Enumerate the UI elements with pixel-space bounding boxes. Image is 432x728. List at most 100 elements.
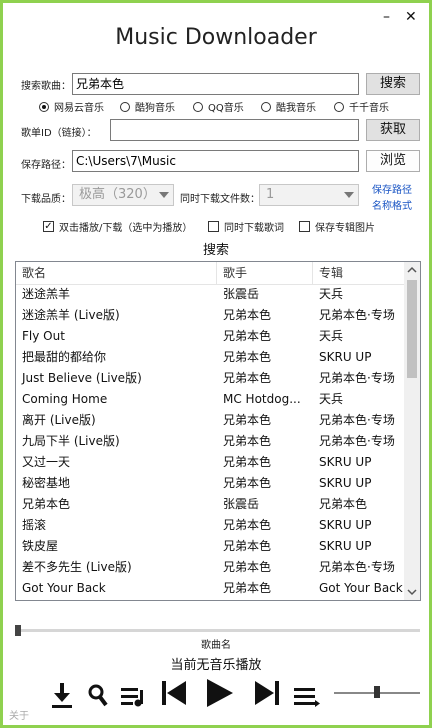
checkbox-download-lyrics[interactable]: 同时下载歌词 <box>208 219 284 234</box>
cell-album: SKRU UP <box>319 476 372 490</box>
checkbox-box <box>208 221 219 232</box>
quality-select-value: 极高（320） <box>79 187 156 202</box>
radio-source-qianqian[interactable]: 千千音乐 <box>334 99 389 114</box>
chevron-down-icon <box>159 192 169 198</box>
cell-artist: MC Hotdog... <box>223 392 301 406</box>
play-icon[interactable] <box>203 677 235 709</box>
search-input[interactable]: 兄弟本色 <box>72 73 359 95</box>
search-icon[interactable] <box>87 683 109 707</box>
search-label: 搜索歌曲： <box>21 81 71 92</box>
table-row[interactable]: 又过一天 兄弟本色 SKRU UP <box>16 452 404 473</box>
cell-artist: 兄弟本色 <box>223 413 272 427</box>
browse-button[interactable]: 浏览 <box>366 150 420 172</box>
save-path-link[interactable]: 保存路径 <box>372 181 412 196</box>
menu-icon[interactable] <box>293 685 321 707</box>
vertical-scrollbar[interactable] <box>404 262 420 600</box>
table-row[interactable]: 把最甜的都给你 兄弟本色 SKRU UP <box>16 347 404 368</box>
table-row[interactable]: 摇滚 兄弟本色 SKRU UP <box>16 515 404 536</box>
cell-artist: 兄弟本色 <box>223 329 272 343</box>
radio-label: QQ音乐 <box>208 103 244 114</box>
cell-title: Coming Home <box>22 392 108 406</box>
cell-album: 兄弟本色·专场 <box>319 560 395 574</box>
table-row[interactable]: Got Your Back 兄弟本色 Got Your Back <box>16 578 404 599</box>
column-header-artist[interactable]: 歌手 <box>217 262 312 284</box>
cell-artist: 兄弟本色 <box>223 539 272 553</box>
table-header: 歌名 歌手 专辑 <box>16 262 404 285</box>
table-row[interactable]: Fly Out 兄弟本色 天兵 <box>16 326 404 347</box>
scrollbar-thumb[interactable] <box>407 280 417 378</box>
search-button[interactable]: 搜索 <box>366 73 420 95</box>
table-row[interactable]: 迷途羔羊 (Live版) 兄弟本色 兄弟本色·专场 <box>16 305 404 326</box>
playback-status: 当前无音乐播放 <box>170 658 262 673</box>
cell-title: 迷途羔羊 <box>22 287 71 301</box>
app-window: Music Downloader – ✕ 搜索歌曲： 兄弟本色 搜索 网易云音乐… <box>0 0 432 728</box>
radio-source-qq[interactable]: QQ音乐 <box>193 99 244 114</box>
table-row[interactable]: Just Believe (Live版) 兄弟本色 兄弟本色·专场 <box>16 368 404 389</box>
radio-dot-icon <box>39 101 49 112</box>
chevron-up-icon[interactable] <box>407 266 417 274</box>
cell-artist: 兄弟本色 <box>223 560 272 574</box>
table-row[interactable]: 差不多先生 (Live版) 兄弟本色 兄弟本色·专场 <box>16 557 404 578</box>
chevron-down-icon[interactable] <box>407 588 417 596</box>
cell-title: 迷途羔羊 (Live版) <box>22 308 120 322</box>
minimize-button[interactable]: – <box>383 9 390 25</box>
cell-album: 天兵 <box>319 392 344 406</box>
previous-icon[interactable] <box>160 679 188 707</box>
table-row[interactable]: 离开 (Live版) 兄弟本色 兄弟本色·专场 <box>16 410 404 431</box>
cell-artist: 张震岳 <box>223 497 260 511</box>
column-header-title[interactable]: 歌名 <box>16 262 216 284</box>
checkbox-save-album-art[interactable]: 保存专辑图片 <box>299 219 375 234</box>
name-format-link[interactable]: 名称格式 <box>372 197 412 212</box>
table-row[interactable]: 铁皮屋 兄弟本色 SKRU UP <box>16 536 404 557</box>
app-title: Music Downloader <box>115 25 317 50</box>
cell-album: 天兵 <box>319 287 344 301</box>
radio-dot-icon <box>120 101 130 112</box>
cell-title: Just Believe (Live版) <box>22 371 142 385</box>
cell-album: SKRU UP <box>319 539 372 553</box>
radio-dot-icon <box>193 101 203 112</box>
radio-label: 千千音乐 <box>349 103 389 114</box>
close-button[interactable]: ✕ <box>405 9 417 25</box>
cell-artist: 兄弟本色 <box>223 308 272 322</box>
about-link[interactable]: 关于 <box>9 707 29 722</box>
cell-artist: 兄弟本色 <box>223 434 272 448</box>
radio-source-netease[interactable]: 网易云音乐 <box>39 99 104 114</box>
cell-album: 兄弟本色·专场 <box>319 413 395 427</box>
radio-source-kuwo[interactable]: 酷我音乐 <box>261 99 316 114</box>
radio-dot-icon <box>334 101 344 112</box>
table-row[interactable]: 秘密基地 兄弟本色 SKRU UP <box>16 473 404 494</box>
volume-handle[interactable] <box>374 686 380 698</box>
cell-artist: 张震岳 <box>223 287 260 301</box>
concurrent-select-value: 1 <box>266 187 275 202</box>
cell-album: 兄弟本色·专场 <box>319 308 395 322</box>
table-row[interactable]: 兄弟本色 张震岳 兄弟本色 <box>16 494 404 515</box>
save-path-input[interactable]: C:\Users\7\Music <box>72 150 359 172</box>
results-table: 歌名 歌手 专辑 迷途羔羊 张震岳 天兵 迷途羔羊 (Live版) 兄弟本色 兄弟本色·专… <box>15 261 421 601</box>
checkbox-double-click-play[interactable]: ✓ 双击播放/下载（选中为播放） <box>43 219 192 234</box>
cell-artist: 兄弟本色 <box>223 350 272 364</box>
fetch-button[interactable]: 获取 <box>366 119 420 141</box>
cell-title: 铁皮屋 <box>22 539 59 553</box>
column-header-album[interactable]: 专辑 <box>313 262 404 284</box>
cell-title: Got Your Back <box>22 581 106 595</box>
table-row[interactable]: 九局下半 (Live版) 兄弟本色 兄弟本色·专场 <box>16 431 404 452</box>
table-row[interactable]: 迷途羔羊 张震岳 天兵 <box>16 284 404 305</box>
cell-album: 兄弟本色 <box>319 497 368 511</box>
next-icon[interactable] <box>253 679 281 707</box>
playlist-input[interactable] <box>110 119 359 141</box>
playlist-icon[interactable] <box>120 685 148 707</box>
concurrent-select[interactable]: 1 <box>259 184 359 206</box>
checkbox-label: 保存专辑图片 <box>315 223 375 234</box>
table-row[interactable]: Coming Home MC Hotdog... 天兵 <box>16 389 404 410</box>
quality-select[interactable]: 极高（320） <box>72 184 174 206</box>
cell-album: 天兵 <box>319 329 344 343</box>
cell-title: 摇滚 <box>22 518 47 532</box>
radio-source-kugou[interactable]: 酷狗音乐 <box>120 99 175 114</box>
playlist-label: 歌单ID（链接）： <box>21 128 97 139</box>
progress-handle[interactable] <box>15 625 21 636</box>
download-icon[interactable] <box>49 681 75 709</box>
checkbox-box <box>299 221 310 232</box>
cell-title: 差不多先生 (Live版) <box>22 560 132 574</box>
progress-track[interactable] <box>15 629 420 632</box>
results-label: 搜索 <box>202 243 229 258</box>
